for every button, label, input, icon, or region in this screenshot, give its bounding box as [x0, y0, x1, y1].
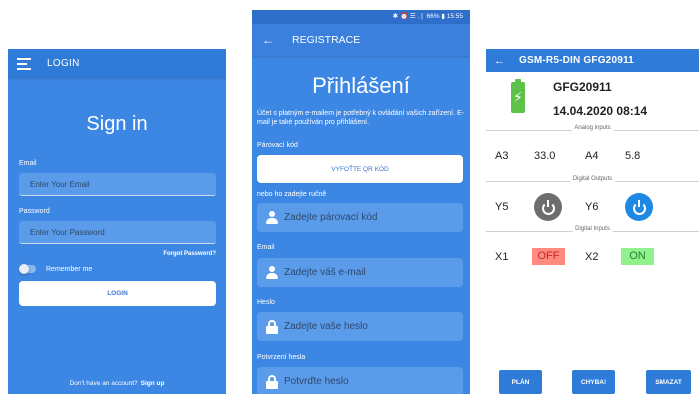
status-bar: ✱ ⏰ ☰ .❘ 66% ▮ 15:55: [252, 10, 470, 24]
password-label: Password: [19, 208, 50, 215]
email-label: Email: [257, 244, 275, 251]
password-input[interactable]: [284, 312, 463, 341]
input-label-x1: X1: [495, 251, 509, 263]
back-arrow-icon[interactable]: ←: [494, 55, 505, 67]
pairing-code-input[interactable]: [284, 203, 463, 232]
email-field[interactable]: [19, 173, 216, 195]
pairing-code-field-wrapper: [257, 203, 463, 232]
analog-label-a3: A3: [495, 150, 509, 162]
appbar-title: GSM-R5-DIN GFG20911: [519, 55, 634, 66]
lock-icon: [266, 319, 278, 334]
email-field-wrapper: [19, 173, 216, 196]
digital-inputs-divider: Digital Inputs: [486, 226, 699, 236]
analog-value-a4: 5.8: [625, 150, 641, 162]
analog-label-a4: A4: [585, 150, 599, 162]
user-icon: [266, 265, 278, 280]
password-field-wrapper: [19, 221, 216, 244]
power-icon: [632, 199, 646, 215]
forgot-password-link[interactable]: Forgot Password?: [163, 251, 216, 257]
registration-description: Účet s platným e-mailem je potřebný k ov…: [257, 110, 464, 126]
confirm-password-input[interactable]: [284, 367, 463, 394]
login-button[interactable]: LOGIN: [19, 281, 216, 306]
device-timestamp: 14.04.2020 08:14: [553, 104, 648, 118]
device-screen: ← GSM-R5-DIN GFG20911 ⚡ GFG20911 14.04.2…: [486, 49, 699, 394]
lock-icon: [266, 374, 278, 389]
input-label-x2: X2: [585, 251, 599, 263]
login-screen: LOGIN Sign in Email Password Forgot Pass…: [8, 49, 226, 394]
password-field-wrapper: [257, 312, 463, 341]
registration-appbar: ← REGISTRACE: [252, 24, 470, 56]
password-label: Heslo: [257, 299, 275, 306]
user-icon: [266, 210, 278, 225]
output-y5-power-button[interactable]: [534, 193, 562, 221]
pairing-code-label: Párovací kód: [257, 142, 298, 149]
analog-value-a3: 33.0: [534, 150, 556, 162]
digital-outputs-divider: Digital Outputs: [486, 176, 699, 186]
delete-button[interactable]: SMAZAT: [646, 370, 691, 394]
signup-prompt: Don't have an account?: [69, 380, 138, 387]
email-label: Email: [19, 160, 37, 167]
section-title: Digital Outputs: [569, 176, 616, 182]
page-title: Sign in: [86, 113, 148, 135]
manual-entry-label: nebo ho zadejte ručně: [257, 191, 327, 198]
confirm-password-label: Potvrzení hesla: [257, 354, 306, 361]
back-arrow-icon[interactable]: ←: [262, 33, 274, 47]
email-field-wrapper: [257, 258, 463, 287]
appbar-title: LOGIN: [47, 58, 80, 69]
input-x1-status-badge: OFF: [532, 248, 565, 265]
output-y6-power-button[interactable]: [625, 193, 653, 221]
login-appbar: LOGIN: [8, 49, 226, 78]
output-label-y5: Y5: [495, 201, 509, 213]
device-appbar: ← GSM-R5-DIN GFG20911: [486, 49, 699, 72]
device-name: GFG20911: [553, 80, 612, 94]
output-label-y6: Y6: [585, 201, 599, 213]
remember-me-toggle[interactable]: [19, 264, 36, 274]
scan-qr-button[interactable]: VYFOŤTE QR KÓD: [257, 155, 463, 183]
battery-charging-icon: ⚡: [511, 79, 525, 113]
power-icon: [541, 199, 555, 215]
error-button[interactable]: CHYBA!: [572, 370, 615, 394]
section-title: Analog inputs: [571, 125, 614, 131]
page-title: Přihlášení: [312, 73, 410, 98]
confirm-password-field-wrapper: [257, 367, 463, 394]
registration-screen: ✱ ⏰ ☰ .❘ 66% ▮ 15:55 ← REGISTRACE Přihlá…: [252, 10, 470, 394]
signup-footer: Don't have an account? Sign up: [8, 380, 226, 387]
analog-inputs-divider: Analog inputs: [486, 125, 699, 135]
appbar-title: REGISTRACE: [292, 34, 361, 46]
signup-link[interactable]: Sign up: [141, 380, 165, 387]
email-input[interactable]: [284, 258, 463, 287]
menu-icon[interactable]: [17, 57, 31, 70]
section-title: Digital Inputs: [572, 226, 613, 232]
input-x2-status-badge: ON: [621, 248, 654, 265]
remember-me-label: Remember me: [46, 266, 93, 273]
password-field[interactable]: [19, 221, 216, 243]
plan-button[interactable]: PLÁN: [499, 370, 542, 394]
